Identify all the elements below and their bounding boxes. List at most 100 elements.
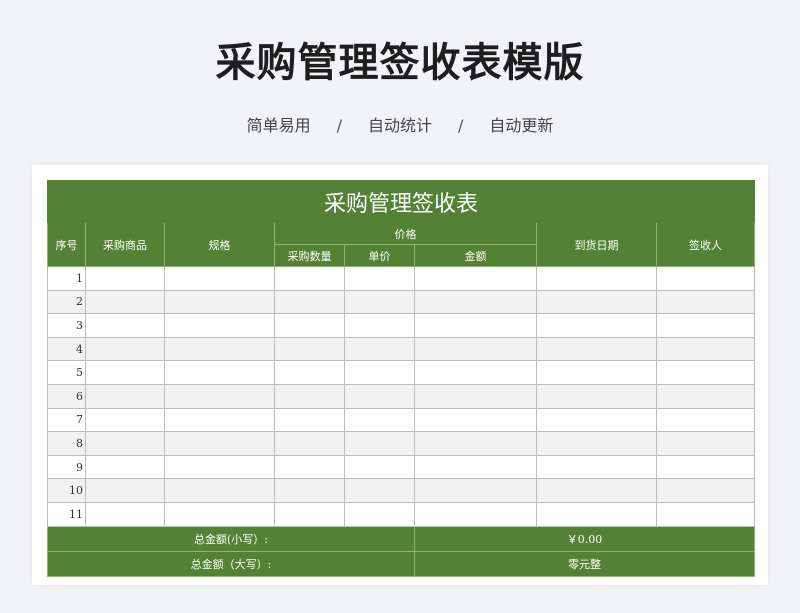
cell-unit-price[interactable] — [344, 289, 415, 315]
cell-product[interactable] — [85, 360, 165, 385]
cell-spec[interactable] — [164, 431, 275, 456]
cell-spec[interactable] — [164, 501, 275, 527]
table-body: 1 2 3 4 5 6 7 8 9 10 11 — [47, 266, 756, 527]
cell-spec[interactable] — [164, 313, 275, 338]
cell-signer[interactable] — [655, 478, 756, 503]
cell-arrival-date[interactable] — [536, 454, 657, 480]
cell-quantity[interactable] — [274, 266, 345, 291]
cell-arrival-date[interactable] — [536, 266, 657, 291]
table-row: 10 — [47, 478, 756, 503]
cell-arrival-date[interactable] — [536, 407, 657, 433]
cell-spec[interactable] — [164, 407, 275, 433]
tagline-item-auto-update: 自动更新 — [489, 116, 554, 135]
cell-product[interactable] — [85, 454, 165, 480]
cell-product[interactable] — [85, 266, 165, 291]
purchase-receipt-table: 采购管理签收表 序号 采购商品 规格 价格 到货日期 签收人 采购数量 单价 金… — [46, 180, 756, 577]
cell-spec[interactable] — [164, 266, 275, 291]
row-index: 11 — [47, 501, 86, 527]
cell-signer[interactable] — [655, 313, 756, 338]
cell-signer[interactable] — [655, 336, 756, 362]
total-lower-label: 总金额(小写）: — [47, 525, 415, 552]
cell-signer[interactable] — [655, 360, 756, 385]
cell-amount[interactable] — [414, 266, 537, 291]
cell-arrival-date[interactable] — [536, 431, 657, 456]
cell-unit-price[interactable] — [344, 360, 415, 385]
cell-unit-price[interactable] — [344, 454, 415, 480]
header-amount: 金额 — [414, 244, 537, 267]
table-row: 1 — [47, 266, 756, 291]
cell-spec[interactable] — [164, 336, 275, 362]
table-row: 2 — [47, 289, 756, 315]
cell-arrival-date[interactable] — [536, 360, 657, 385]
cell-product[interactable] — [85, 501, 165, 527]
cell-amount[interactable] — [414, 383, 537, 409]
cell-amount[interactable] — [414, 501, 537, 527]
cell-product[interactable] — [85, 313, 165, 338]
tagline-separator: / — [458, 116, 464, 135]
row-index: 5 — [47, 360, 86, 385]
cell-quantity[interactable] — [274, 501, 345, 527]
table-row: 11 — [47, 501, 756, 527]
cell-amount[interactable] — [414, 454, 537, 480]
cell-unit-price[interactable] — [344, 501, 415, 527]
cell-arrival-date[interactable] — [536, 336, 657, 362]
cell-unit-price[interactable] — [344, 431, 415, 456]
cell-unit-price[interactable] — [344, 313, 415, 338]
cell-unit-price[interactable] — [344, 336, 415, 362]
header-price-group: 价格 — [274, 222, 537, 245]
cell-signer[interactable] — [655, 501, 756, 527]
cell-spec[interactable] — [164, 454, 275, 480]
cell-quantity[interactable] — [274, 431, 345, 456]
cell-quantity[interactable] — [274, 407, 345, 433]
cell-signer[interactable] — [655, 383, 756, 409]
cell-amount[interactable] — [414, 336, 537, 362]
cell-quantity[interactable] — [274, 360, 345, 385]
cell-quantity[interactable] — [274, 336, 345, 362]
cell-amount[interactable] — [414, 407, 537, 433]
cell-quantity[interactable] — [274, 289, 345, 315]
cell-quantity[interactable] — [274, 383, 345, 409]
table-row: 4 — [47, 336, 756, 362]
cell-arrival-date[interactable] — [536, 313, 657, 338]
cell-arrival-date[interactable] — [536, 289, 657, 315]
cell-product[interactable] — [85, 478, 165, 503]
cell-amount[interactable] — [414, 478, 537, 503]
cell-product[interactable] — [85, 383, 165, 409]
cell-product[interactable] — [85, 431, 165, 456]
tagline-item-auto-stats: 自动统计 — [367, 116, 432, 135]
spreadsheet-card: 采购管理签收表 序号 采购商品 规格 价格 到货日期 签收人 采购数量 单价 金… — [32, 165, 768, 585]
total-lower-value: ￥0.00 — [413, 525, 756, 552]
table-row: 6 — [47, 383, 756, 409]
cell-unit-price[interactable] — [344, 478, 415, 503]
row-index: 3 — [47, 313, 86, 338]
cell-product[interactable] — [85, 289, 165, 315]
cell-arrival-date[interactable] — [536, 501, 657, 527]
row-index: 7 — [47, 407, 86, 433]
cell-signer[interactable] — [655, 289, 756, 315]
cell-unit-price[interactable] — [344, 383, 415, 409]
cell-quantity[interactable] — [274, 478, 345, 503]
cell-signer[interactable] — [655, 407, 756, 433]
cell-amount[interactable] — [414, 289, 537, 315]
cell-quantity[interactable] — [274, 454, 345, 480]
cell-unit-price[interactable] — [344, 266, 415, 291]
cell-signer[interactable] — [655, 266, 756, 291]
cell-spec[interactable] — [164, 289, 275, 315]
cell-arrival-date[interactable] — [536, 383, 657, 409]
cell-signer[interactable] — [655, 431, 756, 456]
cell-unit-price[interactable] — [344, 407, 415, 433]
cell-signer[interactable] — [655, 454, 756, 480]
cell-spec[interactable] — [164, 360, 275, 385]
cell-quantity[interactable] — [274, 313, 345, 338]
cell-product[interactable] — [85, 336, 165, 362]
cell-arrival-date[interactable] — [536, 478, 657, 503]
cell-spec[interactable] — [164, 383, 275, 409]
cell-amount[interactable] — [414, 313, 537, 338]
cell-amount[interactable] — [414, 431, 537, 456]
tagline-item-easy: 简单易用 — [246, 116, 311, 135]
cell-product[interactable] — [85, 407, 165, 433]
header-signer: 签收人 — [655, 222, 756, 267]
tagline: 简单易用 / 自动统计 / 自动更新 — [0, 112, 800, 136]
cell-spec[interactable] — [164, 478, 275, 503]
cell-amount[interactable] — [414, 360, 537, 385]
